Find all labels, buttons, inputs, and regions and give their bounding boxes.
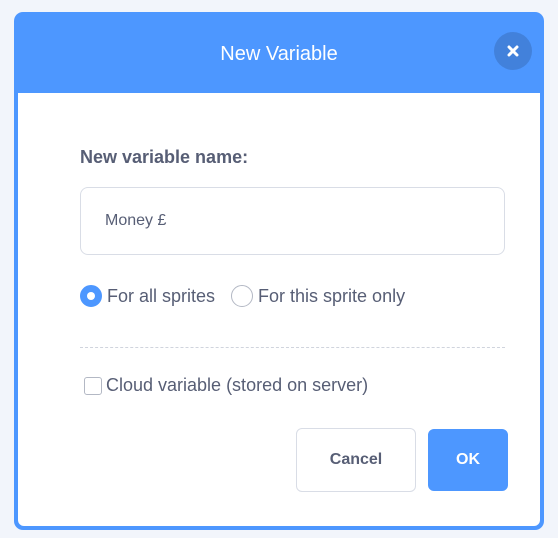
checkbox-unchecked-icon xyxy=(84,376,102,395)
dashed-divider xyxy=(80,347,505,348)
variable-name-label: New variable name: xyxy=(80,147,249,167)
close-button[interactable] xyxy=(494,32,532,70)
dialog-body: New variable name: For all sprites For t… xyxy=(18,93,540,526)
radio-checked-icon xyxy=(80,285,102,307)
radio-for-this-sprite-only-label: For this sprite only xyxy=(258,285,406,306)
cloud-variable-label: Cloud variable (stored on server) xyxy=(106,375,369,395)
scope-radio-group: For all sprites For this sprite only xyxy=(80,285,405,307)
cancel-button[interactable]: Cancel xyxy=(296,428,416,492)
radio-for-all-sprites[interactable]: For all sprites xyxy=(80,285,215,307)
variable-name-input[interactable] xyxy=(80,187,505,255)
radio-unchecked-icon xyxy=(231,285,254,307)
radio-for-this-sprite-only[interactable]: For this sprite only xyxy=(231,285,405,307)
cloud-variable-checkbox[interactable]: Cloud variable (stored on server) xyxy=(84,375,368,396)
dialog-title: New Variable xyxy=(220,43,338,65)
ok-button[interactable]: OK xyxy=(428,429,508,491)
dialog-header: New Variable xyxy=(18,12,540,92)
new-variable-dialog: New Variable New variable name: For all … xyxy=(14,12,544,530)
radio-for-all-sprites-label: For all sprites xyxy=(107,285,216,306)
close-icon xyxy=(507,45,519,57)
